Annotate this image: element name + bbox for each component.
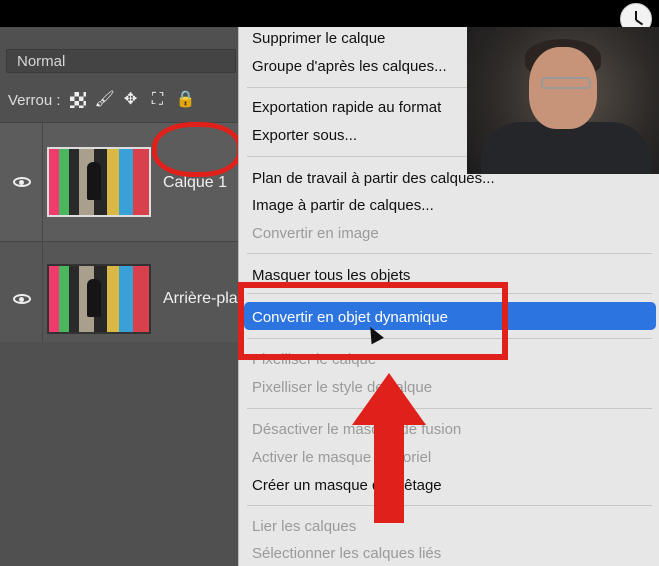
menu-item-link-layers: Lier les calques: [252, 518, 357, 535]
layer-name[interactable]: Arrière-pla: [163, 290, 238, 308]
presenter-glasses: [541, 77, 591, 89]
layers-panel: Normal Verrou : 🖌 ✥ ⛶ 🔒 Calque 1 Arrière…: [0, 27, 245, 566]
top-bar: [0, 0, 659, 27]
menu-separator: [247, 408, 652, 409]
menu-item-export-as[interactable]: Exporter sous...: [252, 127, 357, 144]
lock-transparency-icon[interactable]: [69, 92, 86, 108]
menu-item-create-clipping-mask[interactable]: Créer un masque d'écrêtage: [252, 477, 442, 494]
layer-thumbnail[interactable]: [47, 264, 151, 334]
annotation-red-arrow-shaft: [374, 423, 404, 523]
annotation-red-circle: [152, 122, 242, 177]
presenter-body: [481, 122, 651, 174]
lock-paint-brush-icon[interactable]: 🖌: [95, 91, 115, 109]
layer-thumbnail[interactable]: [47, 147, 151, 217]
row-divider: [42, 123, 43, 241]
webcam-overlay: [467, 27, 659, 174]
lock-artboard-crop-icon[interactable]: ⛶: [149, 91, 167, 109]
layer-row[interactable]: Arrière-pla: [0, 241, 245, 342]
annotation-red-arrow-head: [352, 373, 426, 425]
menu-separator: [247, 253, 652, 254]
lock-label: Verrou :: [8, 91, 61, 109]
menu-item-group-from-layers[interactable]: Groupe d'après les calques...: [252, 58, 447, 75]
visibility-eye-icon[interactable]: [13, 177, 31, 187]
lock-move-icon[interactable]: ✥: [122, 91, 140, 109]
menu-separator: [247, 505, 652, 506]
row-divider: [42, 242, 43, 342]
annotation-red-box: [238, 282, 508, 360]
visibility-eye-icon[interactable]: [13, 294, 31, 304]
menu-item-enable-vector-mask: Activer le masque vectoriel: [252, 449, 432, 466]
blend-mode-select[interactable]: Normal: [6, 49, 236, 73]
menu-item-image-from-layers[interactable]: Image à partir de calques...: [252, 197, 434, 214]
menu-item-delete-layer[interactable]: Supprimer le calque: [252, 30, 385, 47]
menu-item-quick-export[interactable]: Exportation rapide au format: [252, 99, 441, 116]
menu-item-convert-to-image: Convertir en image: [252, 225, 379, 242]
lock-all-padlock-icon[interactable]: 🔒: [176, 91, 196, 109]
lock-row: Verrou : 🖌 ✥ ⛶ 🔒: [8, 91, 196, 109]
menu-item-artboard-from-layers[interactable]: Plan de travail à partir des calques...: [252, 170, 495, 187]
menu-item-select-linked-layers: Sélectionner les calques liés: [252, 545, 442, 562]
